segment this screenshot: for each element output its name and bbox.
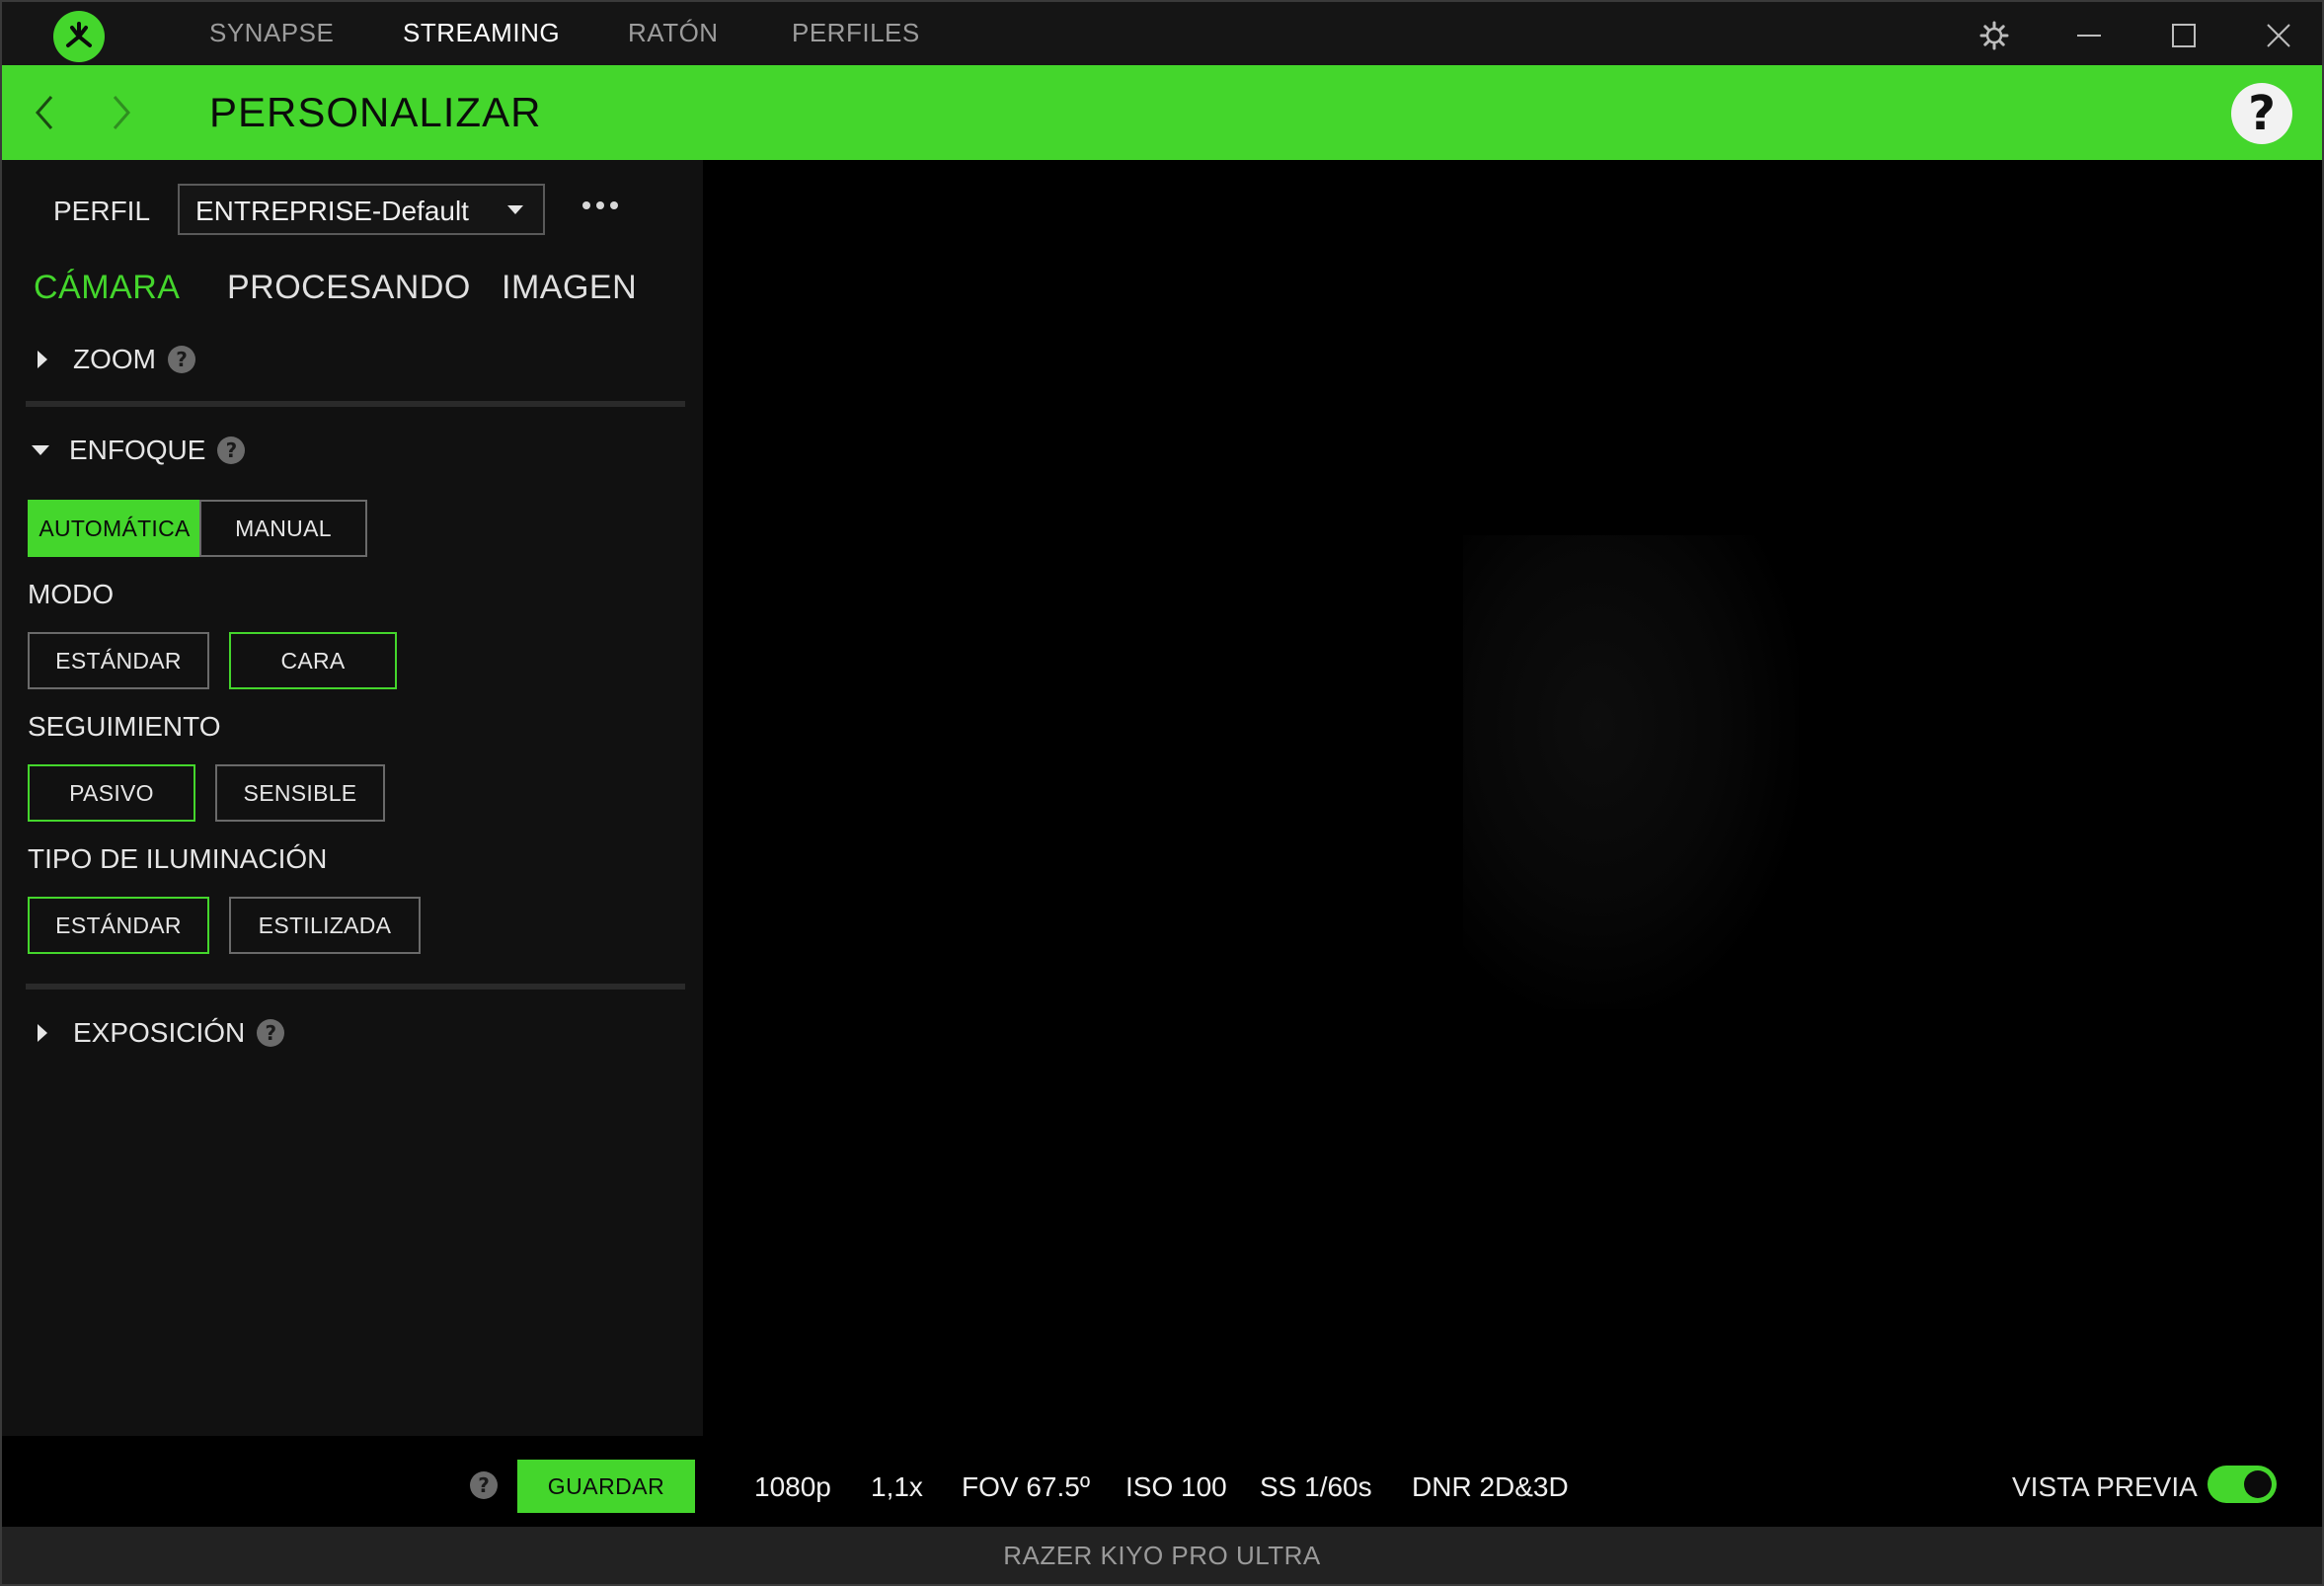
back-icon[interactable] — [26, 91, 65, 134]
seguimiento-sensible-button[interactable]: SENSIBLE — [215, 764, 385, 822]
page-title: PERSONALIZAR — [209, 89, 542, 135]
chevron-down-icon — [507, 205, 523, 214]
bottom-toolbar: ? GUARDAR 1080p 1,1x FOV 67.5º ISO 100 S… — [2, 1436, 2322, 1527]
section-zoom[interactable]: ZOOM ? — [32, 340, 195, 379]
app-window: SYNAPSE STREAMING RATÓN PERFILES PERSONA… — [0, 0, 2324, 1586]
stat-dnr: DNR 2D&3D — [1412, 1471, 1569, 1502]
tab-camara[interactable]: CÁMARA — [34, 269, 180, 307]
chevron-right-icon — [38, 1024, 47, 1042]
nav-tab-raton[interactable]: RATÓN — [628, 18, 719, 48]
divider — [26, 401, 685, 407]
nav-tab-streaming[interactable]: STREAMING — [403, 18, 560, 48]
preview-label: VISTA PREVIA — [2012, 1471, 2198, 1502]
maximize-icon[interactable] — [2164, 16, 2204, 55]
razer-logo-icon[interactable] — [53, 11, 105, 62]
divider — [26, 984, 685, 990]
page-header: PERSONALIZAR ? — [2, 65, 2322, 160]
modo-cara-button[interactable]: CARA — [229, 632, 397, 689]
stat-fov: FOV 67.5º — [962, 1471, 1091, 1502]
stat-shutter: SS 1/60s — [1260, 1471, 1372, 1502]
stat-iso: ISO 100 — [1125, 1471, 1227, 1502]
section-exposicion[interactable]: EXPOSICIÓN ? — [32, 1013, 285, 1053]
settings-icon[interactable] — [1975, 16, 2014, 55]
profile-label: PERFIL — [53, 196, 151, 226]
help-icon[interactable]: ? — [168, 346, 195, 373]
seguimiento-label: SEGUIMIENTO — [28, 711, 221, 742]
help-icon[interactable]: ? — [2231, 83, 2292, 144]
toggle-knob — [2244, 1470, 2272, 1498]
section-enfoque-label: ENFOQUE — [69, 435, 206, 465]
tab-imagen[interactable]: IMAGEN — [502, 269, 637, 307]
settings-panel: PERFIL ENTREPRISE-Default CÁMARA PROCESA… — [2, 160, 703, 1436]
device-name: RAZER KIYO PRO ULTRA — [1003, 1541, 1321, 1570]
close-icon[interactable] — [2259, 16, 2298, 55]
help-icon[interactable]: ? — [217, 436, 246, 464]
profile-dropdown[interactable]: ENTREPRISE-Default — [178, 184, 545, 235]
iluminacion-label: TIPO DE ILUMINACIÓN — [28, 843, 328, 874]
profile-value: ENTREPRISE-Default — [195, 196, 469, 226]
modo-label: MODO — [28, 579, 115, 609]
stat-zoom: 1,1x — [871, 1471, 923, 1502]
preview-image — [1463, 535, 1799, 1009]
section-zoom-label: ZOOM — [73, 344, 156, 374]
iluminacion-estandar-button[interactable]: ESTÁNDAR — [28, 897, 209, 954]
tab-procesando[interactable]: PROCESANDO — [227, 269, 471, 307]
preview-toggle[interactable] — [2208, 1466, 2277, 1503]
nav-tab-synapse[interactable]: SYNAPSE — [209, 18, 334, 48]
status-bar: RAZER KIYO PRO ULTRA — [2, 1527, 2322, 1584]
chevron-right-icon — [38, 351, 47, 368]
section-enfoque[interactable]: ENFOQUE ? — [32, 431, 246, 470]
title-bar: SYNAPSE STREAMING RATÓN PERFILES — [2, 2, 2322, 65]
seguimiento-pasivo-button[interactable]: PASIVO — [28, 764, 195, 822]
more-icon[interactable] — [582, 201, 618, 211]
minimize-icon[interactable] — [2069, 16, 2109, 55]
stat-resolution: 1080p — [754, 1471, 831, 1502]
modo-estandar-button[interactable]: ESTÁNDAR — [28, 632, 209, 689]
section-exposicion-label: EXPOSICIÓN — [73, 1017, 246, 1048]
nav-tab-perfiles[interactable]: PERFILES — [792, 18, 920, 48]
focus-auto-button[interactable]: AUTOMÁTICA — [28, 500, 201, 557]
help-icon[interactable]: ? — [470, 1471, 498, 1499]
focus-manual-button[interactable]: MANUAL — [199, 500, 367, 557]
chevron-down-icon — [32, 445, 49, 455]
iluminacion-estilizada-button[interactable]: ESTILIZADA — [229, 897, 421, 954]
forward-icon[interactable] — [101, 91, 140, 134]
help-icon[interactable]: ? — [257, 1019, 285, 1047]
save-button[interactable]: GUARDAR — [517, 1460, 695, 1513]
